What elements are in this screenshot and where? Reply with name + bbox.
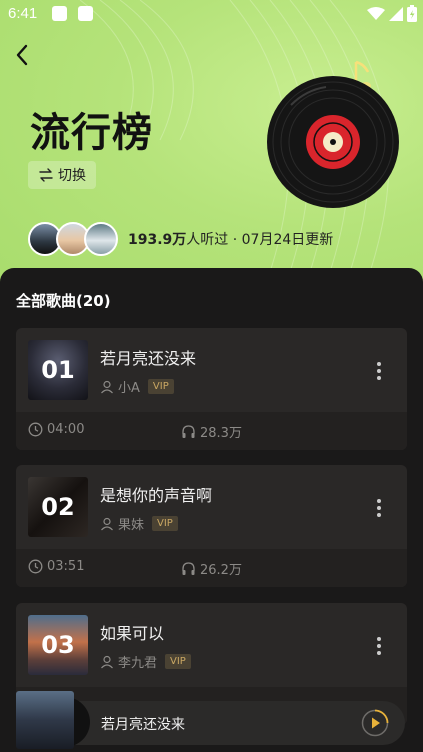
song-card-main[interactable]: 01 若月亮还没来 小A VIP: [16, 328, 407, 412]
back-icon[interactable]: [10, 40, 36, 70]
artist-row: 果妹 VIP: [100, 514, 178, 533]
vinyl-record-icon: [267, 76, 399, 208]
notification-icon: [52, 6, 67, 21]
song-card[interactable]: 02 是想你的声音啊 果妹 VIP 03:51 26.2万: [16, 465, 407, 587]
switch-button[interactable]: 切换: [28, 161, 96, 189]
song-meta: 03:51 26.2万: [16, 549, 407, 587]
user-icon: [101, 517, 113, 530]
play-icon[interactable]: [361, 709, 389, 737]
artist-row: 李九君 VIP: [100, 652, 191, 671]
more-icon[interactable]: [371, 497, 387, 519]
song-meta: 04:00 28.3万: [16, 412, 407, 450]
user-icon: [101, 655, 113, 668]
artist-row: 小A VIP: [100, 377, 174, 396]
song-rank: 01: [41, 356, 75, 384]
duration: 04:00: [28, 422, 84, 437]
section-title: 全部歌曲(20): [16, 292, 111, 310]
switch-label: 切换: [58, 168, 86, 184]
headphones-icon: [182, 425, 195, 438]
duration: 03:51: [28, 559, 84, 574]
battery-icon: [407, 5, 417, 22]
song-cover: 01: [28, 340, 88, 400]
player-cover: [16, 691, 74, 749]
user-icon: [101, 380, 113, 393]
vip-badge: VIP: [152, 516, 178, 531]
clock-icon: [28, 422, 43, 437]
more-icon[interactable]: [371, 635, 387, 657]
vip-badge: VIP: [165, 654, 191, 669]
player-song-title: 若月亮还没来: [101, 717, 185, 733]
hero-header: 6:41 流行榜 切换 193.9万人听过 · 07月24日更新: [0, 0, 423, 300]
song-card[interactable]: 01 若月亮还没来 小A VIP 04:00 28.3万: [16, 328, 407, 450]
listen-count: 193.9万: [128, 232, 187, 248]
listen-stats: 193.9万人听过 · 07月24日更新: [128, 229, 333, 249]
duration-value: 03:51: [47, 559, 85, 574]
song-rank: 03: [41, 631, 75, 659]
play-count-value: 26.2万: [200, 563, 242, 578]
song-title: 若月亮还没来: [100, 349, 197, 368]
notification-icon: [78, 6, 93, 21]
play-count-value: 28.3万: [200, 426, 242, 441]
song-list-panel: 全部歌曲(20) 01 若月亮还没来 小A VIP 04:00 28.3万 02…: [0, 268, 423, 752]
page-title: 流行榜: [30, 110, 153, 156]
artist-name: 小A: [118, 381, 140, 396]
mini-player[interactable]: 若月亮还没来: [16, 691, 405, 749]
song-title: 是想你的声音啊: [100, 486, 213, 505]
song-rank: 02: [41, 493, 75, 521]
play-count: 28.3万: [181, 422, 242, 441]
artist-name: 李九君: [118, 656, 158, 671]
duration-value: 04:00: [47, 422, 85, 437]
song-cover: 02: [28, 477, 88, 537]
update-info: 人听过 · 07月24日更新: [186, 232, 334, 248]
song-card-main[interactable]: 02 是想你的声音啊 果妹 VIP: [16, 465, 407, 549]
song-card-main[interactable]: 03 如果可以 李九君 VIP: [16, 603, 407, 687]
listener-info: 193.9万人听过 · 07月24日更新: [28, 222, 333, 256]
wifi-icon: [367, 6, 385, 20]
avatar: [84, 222, 118, 256]
song-title: 如果可以: [100, 624, 165, 643]
vip-badge: VIP: [147, 379, 174, 394]
headphones-icon: [182, 562, 195, 575]
play-count: 26.2万: [181, 559, 242, 578]
song-cover: 03: [28, 615, 88, 675]
swap-icon: [39, 168, 53, 182]
artist-name: 果妹: [118, 518, 145, 533]
clock-icon: [28, 559, 43, 574]
more-icon[interactable]: [371, 360, 387, 382]
signal-icon: [389, 6, 403, 21]
status-time: 6:41: [8, 5, 38, 22]
status-bar: 6:41: [0, 0, 423, 30]
